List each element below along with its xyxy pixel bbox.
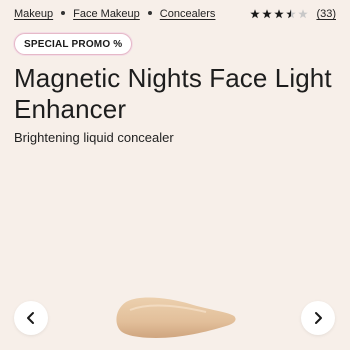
breadcrumb-face-makeup[interactable]: Face Makeup <box>73 8 140 20</box>
breadcrumb-concealers[interactable]: Concealers <box>160 8 216 20</box>
chevron-right-icon <box>315 312 322 324</box>
star-icon <box>274 9 285 19</box>
gallery-next-button[interactable] <box>301 301 335 335</box>
star-icon <box>262 9 273 19</box>
breadcrumb-makeup[interactable]: Makeup <box>14 8 53 20</box>
top-bar: Makeup Face Makeup Concealers (33) <box>14 6 336 22</box>
product-swatch-image <box>116 297 236 338</box>
rating-stars <box>250 9 309 19</box>
star-half-icon <box>286 9 297 19</box>
product-subtitle: Brightening liquid concealer <box>14 130 174 145</box>
product-title: Magnetic Nights Face Light Enhancer <box>14 63 332 124</box>
star-empty-icon <box>298 9 309 19</box>
breadcrumb: Makeup Face Makeup Concealers <box>14 8 215 20</box>
rating[interactable]: (33) <box>250 8 336 20</box>
special-promo-badge[interactable]: SPECIAL PROMO % <box>14 33 133 55</box>
chevron-left-icon <box>27 312 34 324</box>
breadcrumb-separator <box>61 11 66 15</box>
gallery-prev-button[interactable] <box>14 301 48 335</box>
star-icon <box>250 9 261 19</box>
review-count[interactable]: (33) <box>316 8 336 20</box>
breadcrumb-separator <box>147 11 152 15</box>
